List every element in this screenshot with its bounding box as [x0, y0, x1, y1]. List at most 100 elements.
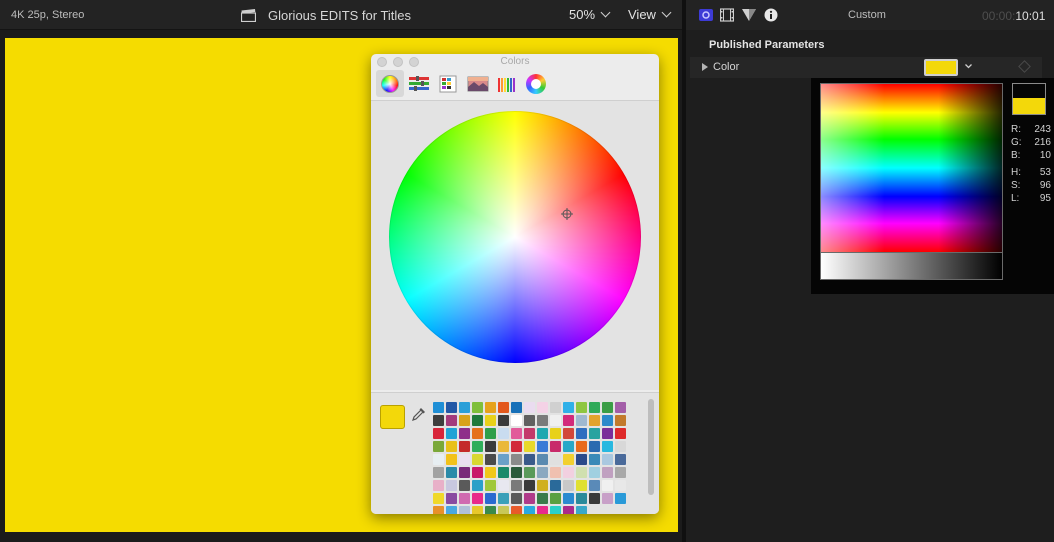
palette-swatch[interactable] [589, 402, 600, 413]
palette-swatch[interactable] [446, 467, 457, 478]
palette-swatch[interactable] [524, 402, 535, 413]
current-color-swatch[interactable] [380, 405, 405, 429]
palette-swatch[interactable] [576, 506, 587, 514]
palette-swatch[interactable] [537, 428, 548, 439]
palette-swatch[interactable] [524, 428, 535, 439]
palette-swatch[interactable] [511, 428, 522, 439]
palette-swatch[interactable] [615, 454, 626, 465]
palette-swatch[interactable] [446, 480, 457, 491]
palette-swatch[interactable] [446, 428, 457, 439]
palette-swatch[interactable] [524, 441, 535, 452]
palette-swatch[interactable] [576, 454, 587, 465]
palette-swatch[interactable] [524, 454, 535, 465]
palette-swatch[interactable] [459, 506, 470, 514]
palette-swatch[interactable] [524, 467, 535, 478]
palette-swatch[interactable] [537, 480, 548, 491]
palette-swatch[interactable] [472, 467, 483, 478]
palette-swatch[interactable] [563, 506, 574, 514]
palette-swatch[interactable] [537, 402, 548, 413]
palette-swatch[interactable] [602, 493, 613, 504]
transition-icon[interactable] [742, 8, 756, 22]
palette-swatch[interactable] [615, 467, 626, 478]
panel-titlebar[interactable]: Colors [371, 54, 659, 69]
palette-swatch[interactable] [615, 441, 626, 452]
video-filmstrip-icon[interactable] [720, 8, 734, 22]
palette-swatch[interactable] [498, 506, 509, 514]
palette-swatch[interactable] [537, 441, 548, 452]
palette-swatch[interactable] [511, 467, 522, 478]
palette-swatch[interactable] [589, 454, 600, 465]
palette-swatch[interactable] [511, 493, 522, 504]
palette-swatch[interactable] [485, 402, 496, 413]
palette-swatch[interactable] [459, 402, 470, 413]
palette-swatch[interactable] [485, 441, 496, 452]
palette-swatch[interactable] [576, 402, 587, 413]
palette-swatch[interactable] [446, 493, 457, 504]
palette-swatch[interactable] [563, 493, 574, 504]
palette-swatch[interactable] [485, 493, 496, 504]
palette-swatch[interactable] [433, 506, 444, 514]
disclosure-triangle-icon[interactable] [702, 63, 708, 71]
palette-swatch[interactable] [602, 402, 613, 413]
palette-swatch[interactable] [563, 428, 574, 439]
color-param-swatch[interactable] [924, 59, 958, 76]
palette-swatch[interactable] [537, 415, 548, 426]
palette-swatch[interactable] [485, 415, 496, 426]
palette-swatch[interactable] [550, 480, 561, 491]
palette-swatch[interactable] [446, 402, 457, 413]
keyframe-diamond-icon[interactable] [1018, 60, 1031, 73]
tab-pencils[interactable] [493, 70, 521, 97]
palette-swatch[interactable] [446, 454, 457, 465]
palette-swatch[interactable] [563, 454, 574, 465]
palette-swatch[interactable] [433, 467, 444, 478]
palette-swatch[interactable] [498, 428, 509, 439]
palette-swatch[interactable] [576, 441, 587, 452]
palette-swatch[interactable] [550, 428, 561, 439]
palette-swatch[interactable] [550, 441, 561, 452]
palette-swatch[interactable] [459, 441, 470, 452]
palette-swatch[interactable] [563, 480, 574, 491]
palette-swatch[interactable] [576, 467, 587, 478]
palette-swatch[interactable] [459, 454, 470, 465]
color-wheel[interactable] [389, 111, 641, 363]
palette-swatch[interactable] [615, 402, 626, 413]
palette-swatch[interactable] [615, 493, 626, 504]
palette-swatch[interactable] [589, 480, 600, 491]
palette-swatch[interactable] [537, 493, 548, 504]
palette-swatch[interactable] [511, 415, 522, 426]
palette-swatch[interactable] [485, 454, 496, 465]
palette-swatch[interactable] [472, 454, 483, 465]
chevron-down-icon[interactable] [965, 63, 972, 70]
crosshair-icon[interactable] [561, 208, 573, 220]
hue-saturation-field[interactable] [820, 83, 1003, 253]
palette-swatch[interactable] [511, 480, 522, 491]
view-menu[interactable]: View [628, 7, 672, 22]
palette-swatch[interactable] [589, 441, 600, 452]
palette-swatch[interactable] [511, 441, 522, 452]
palette-swatch[interactable] [433, 441, 444, 452]
palette-swatch[interactable] [485, 506, 496, 514]
zoom-menu[interactable]: 50% [569, 7, 611, 22]
palette-swatch[interactable] [550, 402, 561, 413]
palette-swatch[interactable] [563, 467, 574, 478]
palette-swatch[interactable] [433, 415, 444, 426]
palette-swatch[interactable] [472, 415, 483, 426]
palette-swatch[interactable] [524, 480, 535, 491]
palette-swatch[interactable] [472, 402, 483, 413]
palette-swatch[interactable] [589, 428, 600, 439]
palette-swatch[interactable] [602, 454, 613, 465]
palette-swatch[interactable] [433, 428, 444, 439]
palette-swatch[interactable] [485, 467, 496, 478]
palette-swatch[interactable] [550, 454, 561, 465]
palette-swatch[interactable] [537, 467, 548, 478]
palette-swatch[interactable] [589, 467, 600, 478]
palette-swatch[interactable] [459, 467, 470, 478]
palette-swatch[interactable] [589, 493, 600, 504]
palette-swatch[interactable] [446, 441, 457, 452]
palette-swatch[interactable] [511, 454, 522, 465]
palette-swatch[interactable] [472, 428, 483, 439]
palette-swatch[interactable] [498, 402, 509, 413]
palette-swatch[interactable] [524, 415, 535, 426]
palette-swatch[interactable] [550, 467, 561, 478]
palette-swatch[interactable] [576, 493, 587, 504]
